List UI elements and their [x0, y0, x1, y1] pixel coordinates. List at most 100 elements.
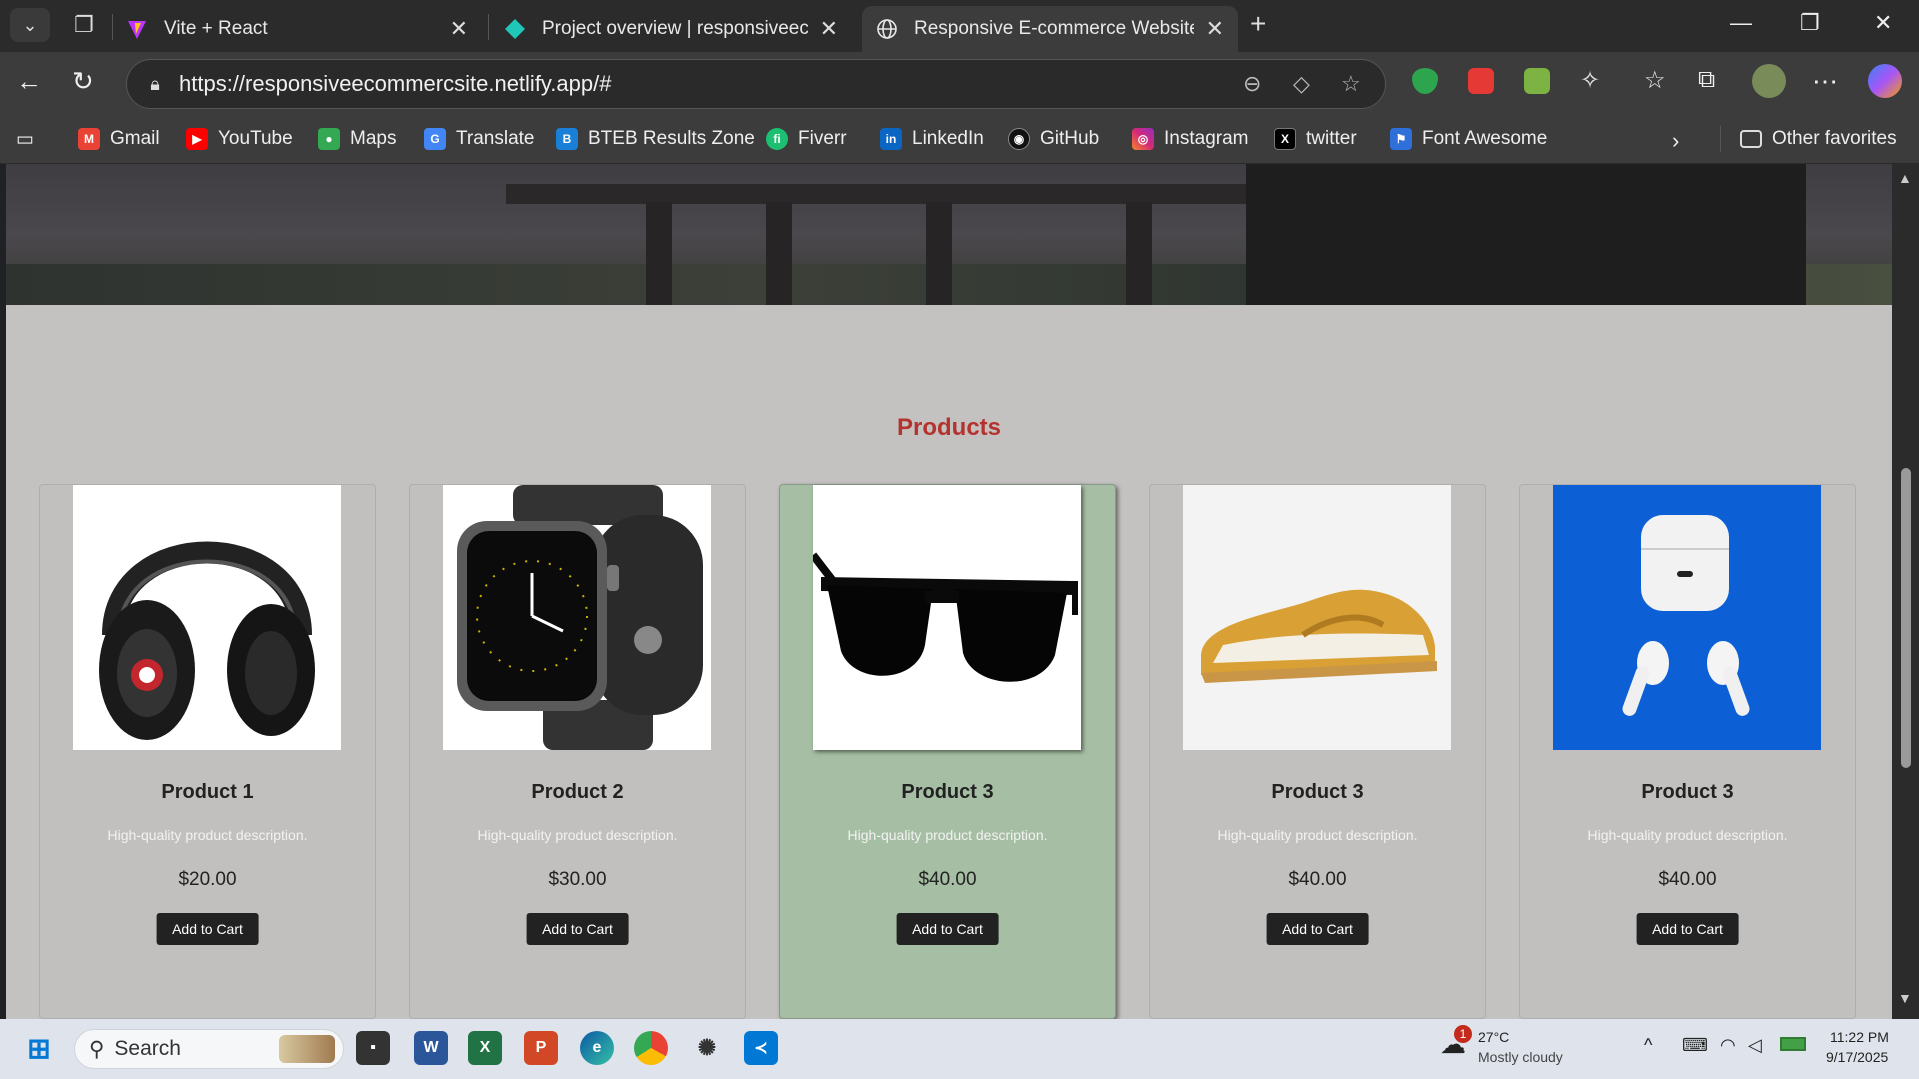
battery-icon[interactable] [1780, 1037, 1806, 1051]
bookmark-instagram[interactable]: ◎ Instagram [1132, 128, 1248, 150]
powerpoint-icon[interactable]: P [524, 1031, 558, 1065]
new-tab-button[interactable]: + [1250, 8, 1266, 40]
tab-bar: ⌄ ❐ Vite + React ✕ Project overview | re… [0, 0, 1919, 52]
weather-badge: 1 [1454, 1025, 1472, 1043]
weather-condition: Mostly cloudy [1478, 1049, 1563, 1065]
vite-icon [126, 18, 148, 40]
add-to-cart-button[interactable]: Add to Cart [1636, 913, 1739, 945]
taskbar-search[interactable]: ⚲ Search [74, 1029, 344, 1069]
url-text[interactable]: https://responsiveecommercsite.netlify.a… [179, 71, 611, 97]
bookmark-linkedin[interactable]: in LinkedIn [880, 128, 984, 150]
bookmark-gmail[interactable]: M Gmail [78, 128, 160, 150]
tab-vite-react[interactable]: Vite + React ✕ [112, 6, 482, 52]
reading-list-icon[interactable]: ▭ [16, 128, 34, 151]
search-icon: ⚲ [89, 1037, 105, 1061]
product-price: $40.00 [1658, 869, 1717, 890]
hero-pillar [1126, 202, 1152, 305]
page-viewport: Products Product 1 High-quality product … [6, 164, 1892, 1019]
clock-date[interactable]: 9/17/2025 [1826, 1049, 1888, 1065]
workspaces-icon[interactable]: ❐ [66, 8, 102, 42]
minimize-button[interactable]: — [1730, 10, 1752, 36]
edge-icon[interactable]: e [580, 1031, 614, 1065]
add-to-cart-button[interactable]: Add to Cart [156, 913, 259, 945]
bookmark-translate[interactable]: G Translate [424, 128, 535, 150]
bookmark-maps[interactable]: ● Maps [318, 128, 396, 150]
favorites-icon[interactable]: ☆ [1644, 66, 1666, 95]
product-image-smartwatch [443, 485, 711, 750]
bookmark-fiverr[interactable]: fi Fiverr [766, 128, 847, 150]
translate-icon: G [424, 128, 446, 150]
avatar[interactable] [1752, 64, 1786, 98]
scroll-up-icon[interactable]: ▲ [1898, 170, 1912, 186]
product-image-headphones [73, 485, 341, 750]
netlify-icon [504, 18, 526, 40]
add-to-cart-button[interactable]: Add to Cart [1266, 913, 1369, 945]
scrollbar-thumb[interactable] [1901, 468, 1911, 768]
bookmark-font-awesome[interactable]: ⚑ Font Awesome [1390, 128, 1547, 150]
font-awesome-icon: ⚑ [1390, 128, 1412, 150]
volume-icon[interactable]: ◁ [1748, 1035, 1762, 1056]
refresh-icon[interactable]: ↻ [72, 66, 94, 97]
bteb-icon: B [556, 128, 578, 150]
windows-start-icon[interactable]: ⊞ [22, 1031, 56, 1065]
bookmark-youtube[interactable]: ▶ YouTube [186, 128, 293, 150]
chevron-up-icon[interactable]: ^ [1644, 1035, 1652, 1056]
tab-responsive-ecommerce[interactable]: Responsive E-commerce Website ✕ [862, 6, 1238, 52]
chevron-right-icon[interactable]: › [1672, 128, 1679, 154]
download-extension-icon[interactable] [1468, 68, 1494, 94]
address-bar[interactable]: 🔒︎ https://responsiveecommercsite.netlif… [126, 59, 1386, 109]
product-description: High-quality product description. [1587, 827, 1788, 843]
product-image-sunglasses [813, 485, 1081, 750]
scroll-down-icon[interactable]: ▼ [1898, 990, 1912, 1006]
collections-icon[interactable]: ⧉ [1698, 66, 1715, 94]
close-tab-icon[interactable]: ✕ [450, 16, 468, 42]
weather-temp: 27°C [1478, 1029, 1510, 1045]
copilot-icon[interactable] [1868, 64, 1902, 98]
keyboard-icon[interactable]: ⌨ [1682, 1035, 1708, 1056]
divider [1720, 126, 1721, 152]
product-price: $20.00 [178, 869, 237, 890]
zoom-out-icon[interactable]: ⊖ [1243, 71, 1261, 97]
favorite-star-icon[interactable]: ☆ [1341, 71, 1361, 97]
idm-extension-icon[interactable] [1524, 68, 1550, 94]
other-favorites[interactable]: Other favorites [1740, 128, 1897, 150]
shield-extension-icon[interactable] [1412, 68, 1438, 94]
product-card: Product 3 High-quality product descripti… [1149, 484, 1486, 1019]
add-to-cart-button[interactable]: Add to Cart [896, 913, 999, 945]
product-card: Product 2 High-quality product descripti… [409, 484, 746, 1019]
page-scrollbar[interactable]: ▲ ▼ [1892, 164, 1919, 1019]
extensions-icon[interactable]: ✧ [1580, 66, 1600, 95]
chrome-icon[interactable] [634, 1031, 668, 1065]
back-arrow-icon[interactable]: ← [16, 66, 42, 97]
close-tab-icon[interactable]: ✕ [1206, 16, 1224, 42]
bookmark-bteb[interactable]: B BTEB Results Zone [556, 128, 755, 150]
close-window-button[interactable]: ✕ [1874, 10, 1892, 36]
product-card: Product 1 High-quality product descripti… [39, 484, 376, 1019]
product-image-earbuds [1553, 485, 1821, 750]
youtube-icon: ▶ [186, 128, 208, 150]
bookmark-twitter[interactable]: Xtwitter [1274, 128, 1357, 150]
tab-list-button[interactable]: ⌄ [10, 8, 50, 42]
vscode-icon[interactable]: ≺ [744, 1031, 778, 1065]
chatgpt-icon[interactable]: ✺ [690, 1031, 724, 1065]
x-twitter-icon: X [1274, 128, 1296, 150]
product-name: Product 3 [1271, 781, 1364, 803]
tab-project-overview[interactable]: Project overview | responsiveecom ✕ [490, 6, 852, 52]
lock-icon[interactable]: 🔒︎ [137, 74, 173, 95]
tab-title: Project overview | responsiveecom [542, 18, 808, 39]
restore-button[interactable]: ❐ [1800, 10, 1820, 36]
wifi-icon[interactable]: ◠ [1720, 1035, 1736, 1056]
products-section-title: Products [896, 414, 1001, 441]
close-tab-icon[interactable]: ✕ [820, 16, 838, 42]
hero-pillar [646, 202, 672, 305]
product-description: High-quality product description. [107, 827, 308, 843]
tag-icon[interactable]: ◇ [1293, 71, 1310, 97]
gmail-icon: M [78, 128, 100, 150]
excel-icon[interactable]: X [468, 1031, 502, 1065]
task-view-icon[interactable]: ▪ [356, 1031, 390, 1065]
clock-time[interactable]: 11:22 PM [1830, 1029, 1889, 1045]
word-icon[interactable]: W [414, 1031, 448, 1065]
more-menu-icon[interactable]: ⋯ [1812, 66, 1838, 97]
bookmark-github[interactable]: ◉ GitHub [1008, 128, 1099, 150]
add-to-cart-button[interactable]: Add to Cart [526, 913, 629, 945]
